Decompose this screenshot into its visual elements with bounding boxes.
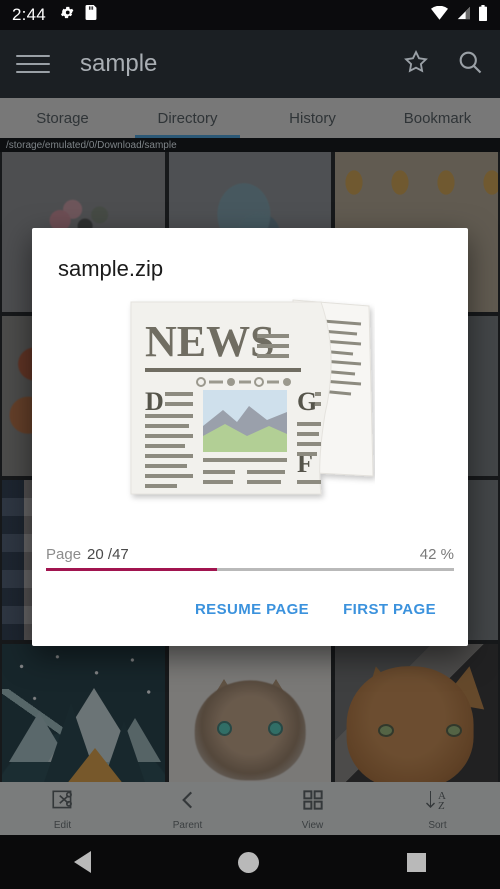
bottom-action-sort[interactable]: A Z Sort [375,787,500,831]
page-label: Page [46,546,82,563]
grid-view-icon [300,787,326,818]
svg-text:Z: Z [438,800,445,812]
dim-scrim [335,644,498,804]
tab-label: Bookmark [403,109,472,127]
dialog-title: sample.zip [58,256,164,281]
sd-card-icon [85,5,97,25]
wifi-icon [431,5,448,25]
app-bar-actions [402,48,484,81]
svg-text:G: G [297,387,317,416]
triangle-back-icon[interactable] [73,851,91,873]
resume-page-dialog: sample.zip NEWS D G F Page 20 /47 42 % R… [32,228,468,646]
tab-label: Directory [157,109,218,127]
tab-label: Storage [36,109,89,127]
progress-bar-fill [46,568,218,571]
bottom-action-label: View [301,819,324,831]
first-page-button[interactable]: FIRST PAGE [333,593,446,626]
battery-icon [478,4,488,26]
percent-value: 42 % [419,546,454,563]
dialog-thumbnail: NEWS D G F [32,288,468,532]
bottom-action-edit[interactable]: Edit [0,787,125,831]
tab-bookmark[interactable]: Bookmark [375,98,500,138]
bottom-action-label: Parent [172,819,203,831]
progress-bar[interactable] [46,568,454,571]
page-indicator: Page 20 /47 [46,546,129,563]
page-title: sample [80,50,158,77]
page-progress: Page 20 /47 42 % [32,532,468,571]
dim-scrim [2,644,165,804]
tab-label: History [289,109,336,127]
scissors-crop-icon [50,787,76,818]
dim-scrim [168,644,332,804]
star-icon[interactable] [402,48,430,81]
breadcrumb-path: /storage/emulated/0/Download/sample [6,139,177,151]
thumb-camping-night[interactable] [2,644,165,804]
tab-bar: Storage Directory History Bookmark [0,98,500,138]
circle-home-icon[interactable] [238,851,260,873]
tab-history[interactable]: History [250,98,375,138]
bottom-toolbar: Edit Parent View A Z Sort [0,782,500,835]
sort-az-icon: A Z [423,787,453,818]
bottom-action-view[interactable]: View [250,787,375,831]
status-bar: 2:44 [0,0,500,30]
thumb-cat-photo[interactable] [335,644,498,804]
tab-storage[interactable]: Storage [0,98,125,138]
app-bar: sample [0,30,500,98]
chevron-left-icon [175,787,201,818]
cell-signal-icon [455,6,471,25]
page-value: 20 /47 [87,546,129,563]
tab-directory[interactable]: Directory [125,98,250,138]
android-nav-bar [0,835,500,889]
search-icon[interactable] [456,48,484,81]
bottom-action-label: Edit [53,819,72,831]
thumb-cat-watercolor[interactable] [168,644,332,804]
status-left-icons [60,5,97,25]
resume-page-button[interactable]: RESUME PAGE [185,593,319,626]
svg-text:D: D [145,387,164,416]
bottom-action-parent[interactable]: Parent [125,787,250,831]
svg-text:NEWS: NEWS [145,317,275,366]
square-recents-icon[interactable] [407,852,427,872]
newspaper-icon: NEWS D G F [125,294,375,524]
android-screen: 2:44 sample Storage Directory History Bo… [0,0,500,889]
status-right-icons [431,4,488,26]
hamburger-menu-icon[interactable] [16,52,50,76]
status-clock: 2:44 [12,5,46,24]
gear-icon [60,5,75,25]
page-progress-labels: Page 20 /47 42 % [46,546,454,568]
breadcrumb[interactable]: /storage/emulated/0/Download/sample [0,138,500,152]
dialog-actions: RESUME PAGE FIRST PAGE [32,571,468,646]
bottom-action-label: Sort [428,819,447,831]
